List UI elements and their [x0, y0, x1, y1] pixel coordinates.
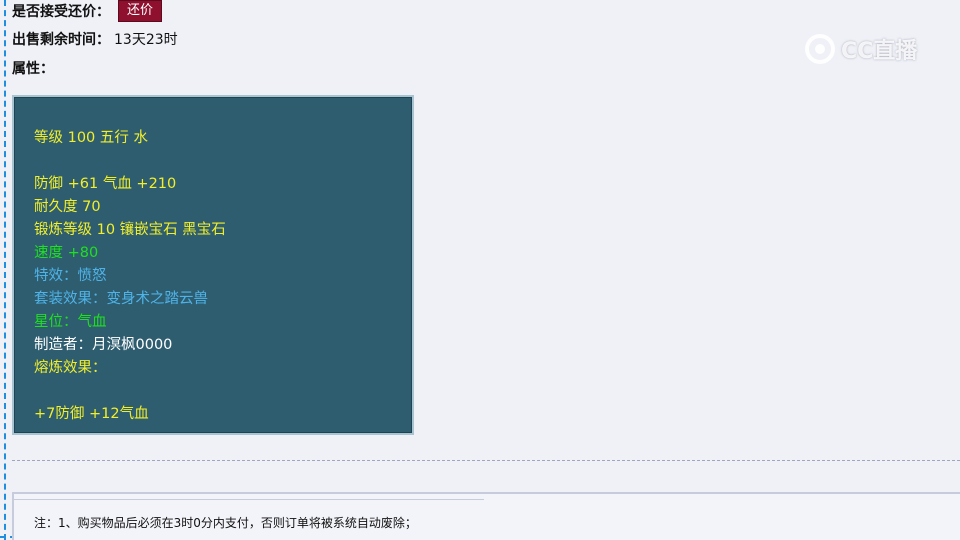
time-left-row: 出售剩余时间： 13天23时: [12, 28, 178, 50]
section-divider: [12, 460, 960, 461]
attributes-row: 属性：: [12, 57, 54, 79]
attributes-label: 属性：: [12, 61, 54, 77]
watermark-text: CC直播: [841, 39, 918, 64]
bargain-row: 是否接受还价： 还价: [12, 0, 163, 22]
attr-level-element: 等级 100 五行 水: [34, 130, 149, 146]
notice-header-line: [14, 494, 484, 500]
notice-text: 注：1、购买物品后必须在3时0分内支付，否则订单将被系统自动废除；: [34, 516, 417, 530]
time-left-value: 13天23时: [114, 32, 178, 48]
item-attributes-panel: 等级 100 五行 水 防御 +61 气血 +210 耐久度 70 锻炼等级 1…: [12, 95, 414, 435]
attr-smelt-label: 熔炼效果：: [34, 360, 107, 376]
attr-spacer: [34, 380, 412, 403]
attr-forge-gem: 锻炼等级 10 镶嵌宝石 黑宝石: [34, 222, 226, 238]
time-left-label: 出售剩余时间：: [12, 32, 110, 48]
attr-set-effect: 套装效果：变身术之踏云兽: [34, 291, 208, 307]
attr-smelt-value: +7防御 +12气血: [34, 406, 149, 422]
counter-offer-button[interactable]: 还价: [118, 0, 163, 22]
attr-speed: 速度 +80: [34, 245, 99, 261]
cc-watermark: CC直播: [803, 32, 917, 66]
cc-logo-icon: [805, 34, 835, 64]
attr-special-effect: 特效：愤怒: [34, 268, 107, 284]
attr-defense-hp: 防御 +61 气血 +210: [34, 176, 177, 192]
notice-box: 注：1、购买物品后必须在3时0分内支付，否则订单将被系统自动废除；: [12, 492, 960, 540]
frame-border-left: [4, 0, 6, 540]
attr-durability: 耐久度 70: [34, 199, 101, 215]
bargain-label: 是否接受还价：: [12, 4, 110, 20]
attr-spacer: [34, 150, 412, 173]
attr-maker: 制造者：月溟枫0000: [34, 337, 173, 353]
attr-star-position: 星位：气血: [34, 314, 107, 330]
